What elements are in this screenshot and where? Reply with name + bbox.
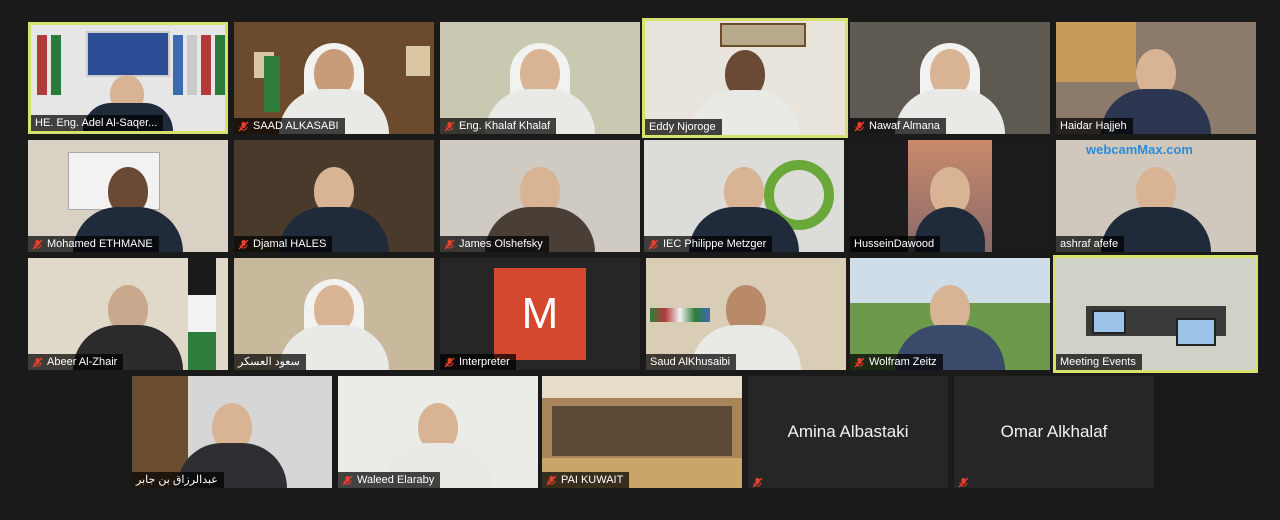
participant-tile[interactable]: Abeer Al-Zhair [28, 258, 228, 370]
name-tag: Mohamed ETHMANE [28, 236, 159, 252]
participant-tile[interactable]: IEC Philippe Metzger [644, 140, 844, 252]
video-gallery: HE. Eng. Adel Al-Saqer... SAAD ALKASABI … [0, 0, 1280, 520]
participant-tile[interactable]: Waleed Elaraby [338, 376, 538, 488]
mic-muted-icon [854, 357, 865, 368]
participant-tile[interactable]: Haidar Hajjeh [1056, 22, 1256, 134]
participant-tile[interactable]: Wolfram Zeitz [850, 258, 1050, 370]
name-tag: ashraf afefe [1056, 236, 1125, 252]
name-tag: HE. Eng. Adel Al-Saqer... [31, 115, 164, 131]
name-tag: Haidar Hajjeh [1056, 118, 1133, 134]
participant-tile[interactable]: Omar Alkhalaf [954, 376, 1154, 488]
participant-tile[interactable]: سعود العسكر [234, 258, 434, 370]
participant-tile[interactable]: Eng. Khalaf Khalaf [440, 22, 640, 134]
name-tag: عبدالرزاق بن جابر [132, 472, 224, 488]
participant-tile[interactable]: Amina Albastaki [748, 376, 948, 488]
name-tag [954, 477, 975, 488]
name-tag: Meeting Events [1056, 354, 1142, 370]
name-tag: Waleed Elaraby [338, 472, 441, 488]
mic-muted-icon [958, 477, 969, 488]
participant-tile[interactable]: M Interpreter [440, 258, 640, 370]
participant-tile[interactable]: Mohamed ETHMANE [28, 140, 228, 252]
name-tag [748, 477, 769, 488]
participant-tile[interactable]: Djamal HALES [234, 140, 434, 252]
mic-muted-icon [342, 475, 353, 486]
participant-tile[interactable]: عبدالرزاق بن جابر [132, 376, 332, 488]
participant-tile[interactable]: webcamMax.com ashraf afefe [1056, 140, 1256, 252]
name-tag: IEC Philippe Metzger [644, 236, 773, 252]
name-tag: Nawaf Almana [850, 118, 946, 134]
mic-muted-icon [854, 121, 865, 132]
avatar: M [494, 268, 586, 360]
name-tag: Interpreter [440, 354, 516, 370]
participant-tile[interactable]: Nawaf Almana [850, 22, 1050, 134]
participant-tile[interactable]: PAI KUWAIT [542, 376, 742, 488]
name-tag: Eng. Khalaf Khalaf [440, 118, 557, 134]
participant-tile[interactable]: SAAD ALKASABI [234, 22, 434, 134]
participant-tile[interactable]: Meeting Events [1053, 255, 1258, 373]
participant-tile[interactable]: HE. Eng. Adel Al-Saqer... [28, 22, 228, 134]
mic-muted-icon [238, 239, 249, 250]
participant-name-display: Amina Albastaki [787, 422, 909, 441]
mic-muted-icon [238, 121, 249, 132]
mic-muted-icon [546, 475, 557, 486]
name-tag: HusseinDawood [850, 236, 941, 252]
name-tag: James Olshefsky [440, 236, 549, 252]
participant-tile[interactable]: James Olshefsky [440, 140, 640, 252]
video-feed [645, 21, 845, 135]
participant-tile[interactable]: Saud AlKhusaibi [646, 258, 846, 370]
participant-name-display: Omar Alkhalaf [1000, 422, 1108, 441]
name-tag: Saud AlKhusaibi [646, 354, 737, 370]
name-tag: سعود العسكر [234, 354, 306, 370]
participant-tile[interactable]: HusseinDawood [850, 140, 1050, 252]
mic-muted-icon [444, 357, 455, 368]
mic-muted-icon [752, 477, 763, 488]
name-tag: Eddy Njoroge [645, 119, 722, 135]
mic-muted-icon [444, 121, 455, 132]
mic-muted-icon [32, 357, 43, 368]
mic-muted-icon [444, 239, 455, 250]
participant-tile[interactable]: Eddy Njoroge [642, 18, 848, 138]
mic-muted-icon [32, 239, 43, 250]
name-tag: Abeer Al-Zhair [28, 354, 124, 370]
name-tag: Djamal HALES [234, 236, 333, 252]
mic-muted-icon [648, 239, 659, 250]
name-tag: PAI KUWAIT [542, 472, 630, 488]
name-tag: Wolfram Zeitz [850, 354, 943, 370]
name-tag: SAAD ALKASABI [234, 118, 345, 134]
